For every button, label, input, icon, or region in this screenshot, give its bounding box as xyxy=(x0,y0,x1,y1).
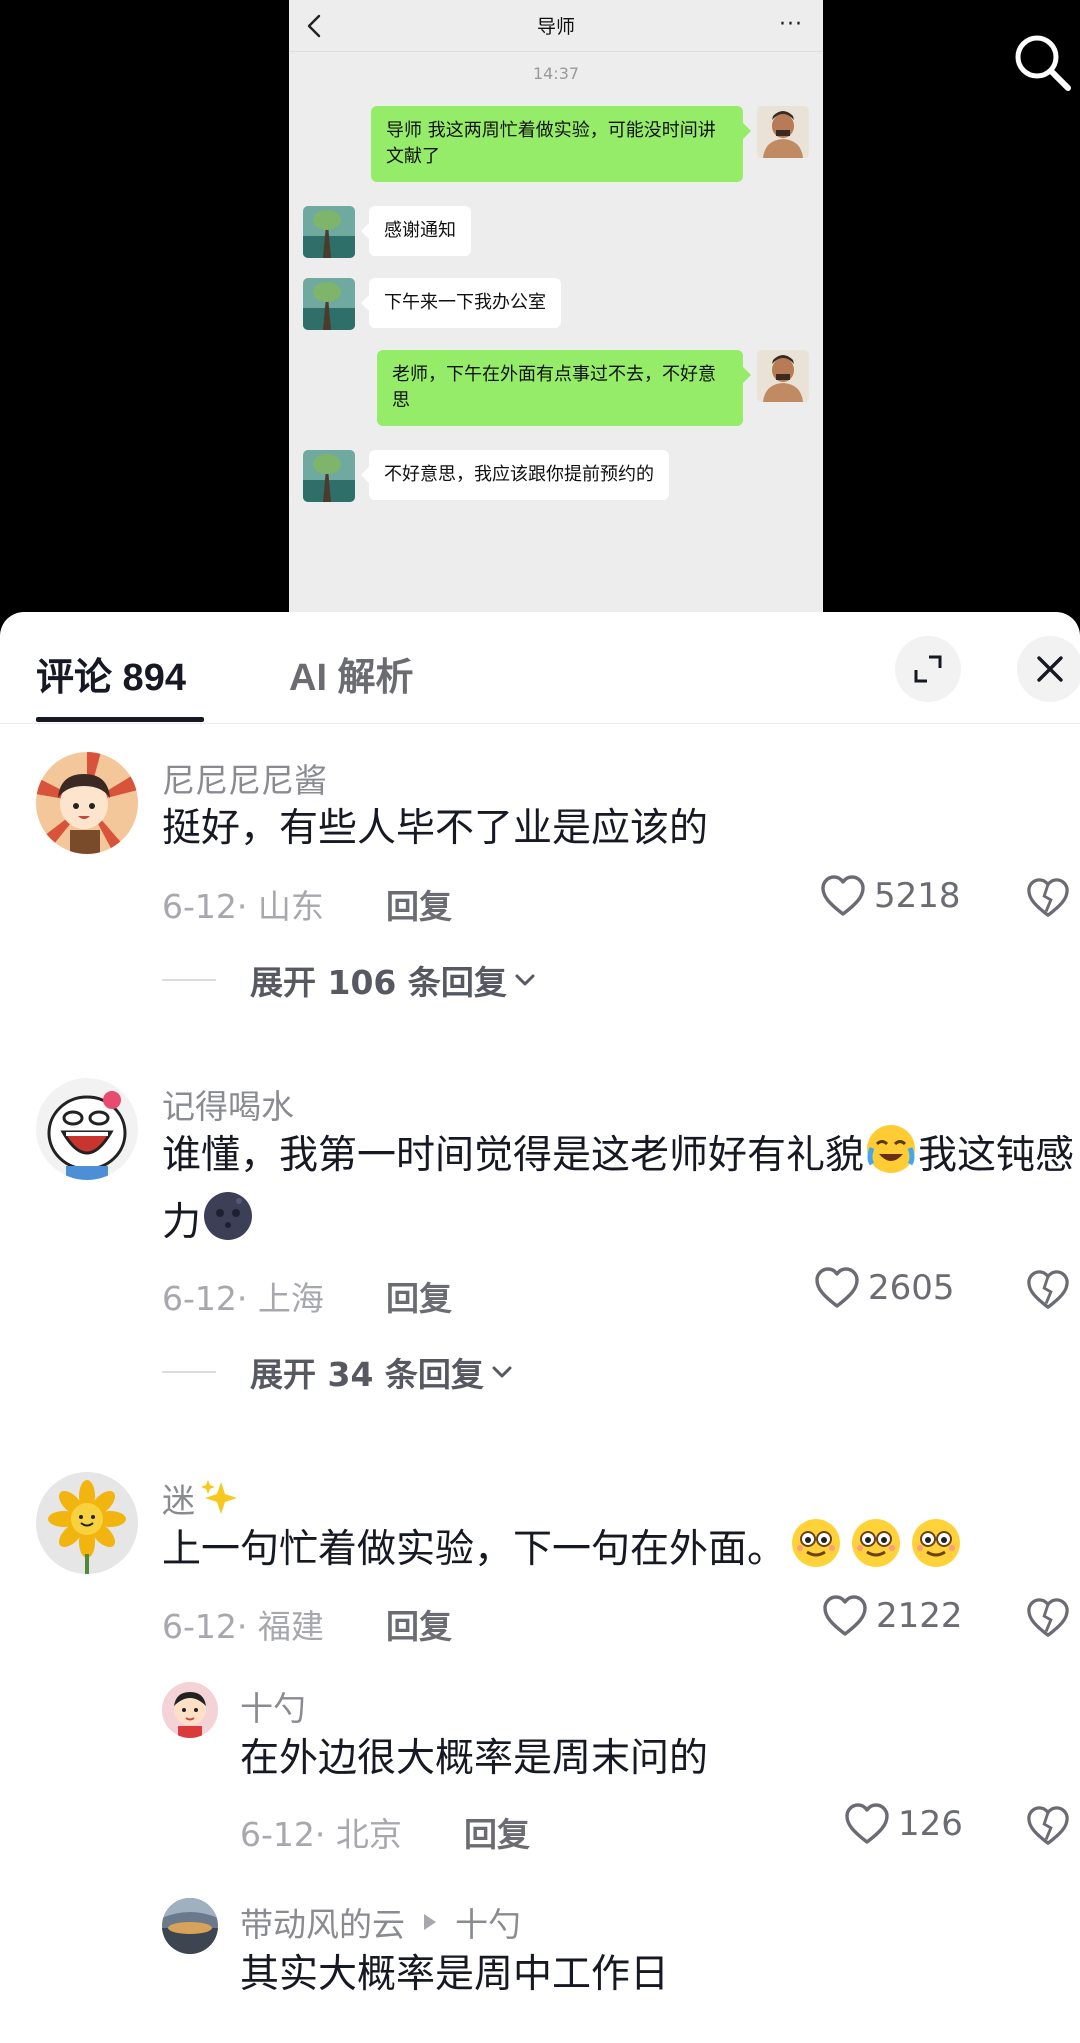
dark-moon-emoji-icon xyxy=(204,1192,253,1240)
expand-replies-button[interactable]: 展开 34 条回复 xyxy=(162,1348,514,1396)
reply-button[interactable]: 回复 xyxy=(386,1272,452,1320)
silly-face-emoji-icon xyxy=(912,1519,961,1567)
message-bubble: 感谢通知 xyxy=(361,206,471,256)
reply-username[interactable]: 带动风的云 xyxy=(240,1898,405,1946)
reply-button[interactable]: 回复 xyxy=(464,1808,530,1856)
tab-ai-analysis[interactable]: AI 解析 xyxy=(289,646,414,701)
comment-username[interactable]: 尼尼尼尼酱 xyxy=(162,754,327,802)
reply-meta: 6-12· 北京 xyxy=(240,1815,402,1854)
expand-replies-button[interactable]: 展开 106 条回复 xyxy=(162,956,537,1004)
broken-heart-icon[interactable] xyxy=(1026,1804,1070,1848)
close-button[interactable] xyxy=(1017,636,1080,702)
reply-text: 在外边很大概率是周末问的 xyxy=(240,1736,709,1781)
message-bubble: 导师 我这两周忙着做实验，可能没时间讲文献了 xyxy=(371,106,751,182)
sparkles-emoji-icon xyxy=(201,1480,237,1514)
comment-meta: 6-12· 福建 xyxy=(162,1607,324,1646)
comment-meta: 6-12· 山东 xyxy=(162,887,324,926)
divider xyxy=(162,979,216,981)
expand-replies-label: 展开 34 条回复 xyxy=(250,1355,484,1394)
comment-username[interactable]: 记得喝水 xyxy=(162,1080,294,1128)
comment-meta: 6-12· 上海 xyxy=(162,1279,324,1318)
avatar[interactable] xyxy=(36,752,138,854)
expand-button[interactable] xyxy=(895,636,961,702)
comment-text-part: 上一句忙着做实验，下一句在外面。 xyxy=(162,1527,787,1572)
heart-outline-icon xyxy=(823,1595,867,1636)
comment-text: 挺好，有些人毕不了业是应该的 xyxy=(162,806,709,851)
avatar[interactable] xyxy=(162,1682,218,1738)
silly-face-emoji-icon xyxy=(792,1519,841,1567)
message-bubble: 老师，下午在外面有点事过不去，不好意思 xyxy=(377,350,751,426)
message-bubble: 不好意思，我应该跟你提前预约的 xyxy=(361,450,669,500)
avatar[interactable] xyxy=(36,1472,138,1574)
broken-heart-icon[interactable] xyxy=(1026,1596,1070,1640)
comment-tabs: 评论 894 AI 解析 xyxy=(0,612,1080,724)
reply-text: 其实大概率是周中工作日 xyxy=(240,1952,670,1997)
like-button[interactable]: 2605 xyxy=(814,1266,955,1310)
avatar xyxy=(757,350,809,402)
chat-header: 导师 ··· xyxy=(289,0,823,52)
reply-button[interactable]: 回复 xyxy=(386,880,452,928)
crying-laughing-emoji-icon xyxy=(867,1125,916,1173)
expand-icon xyxy=(914,655,942,683)
like-count: 126 xyxy=(898,1804,963,1844)
comment-sheet: 评论 894 AI 解析 尼尼尼尼酱 挺好，有些人毕不了业是应该的 6-12· … xyxy=(0,612,1080,2043)
close-icon xyxy=(1037,656,1063,682)
avatar[interactable] xyxy=(36,1078,138,1180)
avatar xyxy=(757,106,809,158)
comment-text: 谁懂，我第一时间觉得是这老师好有礼貌 我这钝感力 xyxy=(162,1122,1080,1256)
reply-username[interactable]: 十勺 xyxy=(240,1682,306,1730)
chat-message: 不好意思，我应该跟你提前预约的 xyxy=(303,450,669,502)
chat-message: 导师 我这两周忙着做实验，可能没时间讲文献了 xyxy=(371,106,809,182)
heart-outline-icon xyxy=(845,1803,889,1844)
chat-message: 感谢通知 xyxy=(303,206,471,258)
avatar[interactable] xyxy=(162,1898,218,1954)
chevron-down-icon xyxy=(492,1366,512,1378)
avatar xyxy=(303,206,355,258)
like-count: 2605 xyxy=(868,1268,955,1308)
chat-message: 老师，下午在外面有点事过不去，不好意思 xyxy=(377,350,809,426)
search-icon[interactable] xyxy=(1010,30,1074,94)
like-button[interactable]: 126 xyxy=(844,1802,963,1846)
like-count: 2122 xyxy=(876,1596,963,1636)
message-bubble: 下午来一下我办公室 xyxy=(361,278,561,328)
comment-text: 上一句忙着做实验，下一句在外面。 xyxy=(162,1516,1080,1583)
reply-arrow-icon xyxy=(424,1914,436,1930)
reply-button[interactable]: 回复 xyxy=(386,1600,452,1648)
chat-title: 导师 xyxy=(536,16,575,38)
avatar xyxy=(303,278,355,330)
comment-username-row[interactable]: 迷 xyxy=(162,1474,241,1522)
reply-username-row: 带动风的云 十勺 xyxy=(240,1898,521,1946)
expand-replies-label: 展开 106 条回复 xyxy=(250,963,507,1002)
tab-comments[interactable]: 评论 894 xyxy=(36,646,186,701)
heart-outline-icon xyxy=(815,1267,859,1308)
reply-to-username[interactable]: 十勺 xyxy=(455,1898,521,1946)
like-button[interactable]: 2122 xyxy=(822,1594,963,1638)
heart-outline-icon xyxy=(821,875,865,916)
broken-heart-icon[interactable] xyxy=(1026,876,1070,920)
chat-message: 下午来一下我办公室 xyxy=(303,278,561,330)
like-button[interactable]: 5218 xyxy=(820,874,961,918)
silly-face-emoji-icon xyxy=(852,1519,901,1567)
divider xyxy=(162,1371,216,1373)
broken-heart-icon[interactable] xyxy=(1026,1268,1070,1312)
like-count: 5218 xyxy=(874,876,961,916)
chat-timestamp: 14:37 xyxy=(532,64,580,83)
chevron-down-icon xyxy=(515,974,535,986)
chevron-left-icon xyxy=(307,14,321,38)
more-icon: ··· xyxy=(779,12,803,37)
tab-indicator xyxy=(36,717,204,722)
comment-text-part: 谁懂，我第一时间觉得是这老师好有礼貌 xyxy=(162,1133,865,1178)
avatar xyxy=(303,450,355,502)
chat-screenshot: 导师 ··· 14:37 导师 我这两周忙着做实验，可能没时间讲文献了 感谢通知… xyxy=(289,0,823,612)
comment-username: 迷 xyxy=(162,1481,195,1520)
video-area[interactable]: 导师 ··· 14:37 导师 我这两周忙着做实验，可能没时间讲文献了 感谢通知… xyxy=(0,0,1080,612)
